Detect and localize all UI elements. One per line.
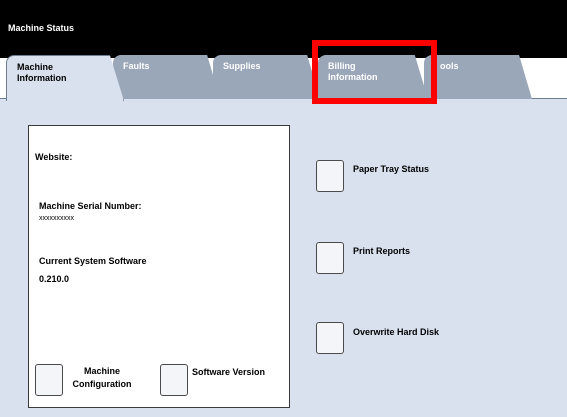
- website-label: Website:: [35, 152, 73, 162]
- machine-configuration-label-line2: Configuration: [72, 379, 132, 389]
- paper-tray-status-label[interactable]: Paper Tray Status: [353, 164, 429, 174]
- machine-configuration-label[interactable]: Machine Configuration: [67, 366, 137, 389]
- machine-info-panel: Website: Machine Serial Number: xxxxxxxx…: [28, 125, 290, 408]
- tab-supplies-label: Supplies: [223, 61, 261, 71]
- tab-machine-information-line1: Machine: [17, 62, 54, 72]
- system-software-value: 0.210.0: [39, 274, 70, 284]
- print-reports-label[interactable]: Print Reports: [353, 246, 410, 256]
- print-reports-button[interactable]: [316, 242, 344, 274]
- tab-tools-label: ools: [440, 61, 459, 71]
- tab-tools[interactable]: ools: [424, 55, 532, 99]
- serial-number-value: xxxxxxxxxx: [39, 215, 74, 222]
- tab-supplies[interactable]: Supplies: [213, 55, 320, 99]
- system-software-label: Current System Software: [39, 256, 147, 266]
- software-version-button[interactable]: [160, 364, 188, 396]
- paper-tray-status-button[interactable]: [316, 160, 344, 192]
- machine-configuration-button[interactable]: [35, 364, 63, 396]
- tab-machine-information[interactable]: Machine Information: [6, 55, 124, 101]
- overwrite-hard-disk-label[interactable]: Overwrite Hard Disk: [353, 327, 439, 337]
- machine-configuration-label-line1: Machine: [83, 366, 120, 376]
- billing-tab-highlight-box: [312, 40, 437, 104]
- software-version-label[interactable]: Software Version: [192, 367, 265, 377]
- serial-number-label: Machine Serial Number:: [39, 201, 142, 211]
- tab-bar: Machine Information Faults Supplies Bill…: [0, 0, 567, 101]
- overwrite-hard-disk-button[interactable]: [316, 322, 344, 354]
- tab-faults-label: Faults: [123, 61, 150, 71]
- tab-faults[interactable]: Faults: [113, 55, 220, 99]
- tab-machine-information-line2: Information: [17, 73, 67, 83]
